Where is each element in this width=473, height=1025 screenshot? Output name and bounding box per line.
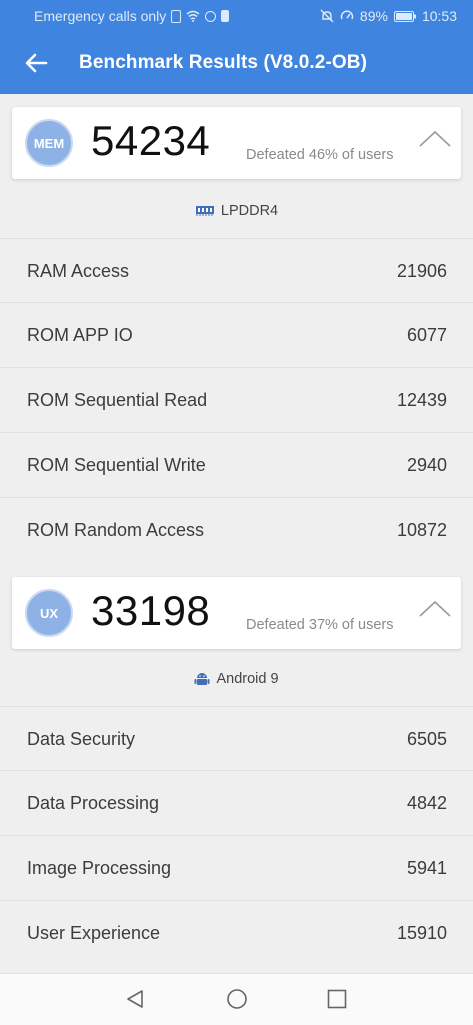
row-value: 10872 — [396, 520, 447, 540]
app-bar: Benchmark Results (V8.0.2-OB) — [0, 32, 473, 94]
chevron-up-icon[interactable] — [419, 599, 451, 619]
status-left: Emergency calls only — [34, 8, 230, 24]
table-row: ROM APP IO 6077 — [0, 302, 473, 366]
row-value: 6505 — [406, 729, 447, 749]
status-bar: Emergency calls only 89% 10:53 — [0, 0, 473, 32]
row-label: RAM Access — [27, 261, 130, 281]
row-label: ROM Sequential Read — [27, 390, 208, 410]
table-row: ROM Sequential Write 2940 — [0, 432, 473, 496]
carrier-text: Emergency calls only — [34, 8, 167, 24]
row-label: Image Processing — [27, 858, 172, 878]
mem-score-card[interactable]: MEM 54234 Defeated 46% of users — [12, 107, 461, 179]
table-row: Data Processing 4842 — [0, 770, 473, 834]
mem-badge: MEM — [25, 119, 73, 167]
row-label: Data Security — [27, 729, 136, 749]
mem-subheader: LPDDR4 — [0, 183, 473, 238]
android-icon — [194, 672, 210, 685]
chevron-up-icon[interactable] — [419, 129, 451, 149]
nav-recents-icon[interactable] — [325, 987, 349, 1011]
battery-icon — [393, 10, 416, 22]
ux-score: 33198 — [91, 587, 211, 634]
row-value: 15910 — [396, 923, 447, 943]
row-value: 4842 — [406, 793, 447, 813]
ux-defeated-text: Defeated 37% of users — [246, 617, 394, 633]
mem-sub-label: LPDDR4 — [220, 202, 279, 219]
page-title: Benchmark Results (V8.0.2-OB) — [79, 52, 367, 73]
row-label: ROM APP IO — [27, 325, 133, 345]
mute-icon — [320, 9, 334, 23]
app-notification-icon — [205, 10, 217, 22]
clock: 10:53 — [421, 8, 457, 24]
ux-score-card[interactable]: UX 33198 Defeated 37% of users — [12, 577, 461, 649]
wifi-icon — [186, 10, 200, 22]
back-arrow-icon[interactable] — [22, 48, 52, 78]
row-label: Data Processing — [27, 793, 160, 813]
table-row: User Experience 15910 — [0, 900, 473, 964]
row-label: ROM Random Access — [27, 520, 205, 540]
ux-subheader: Android 9 — [0, 651, 473, 706]
table-row: RAM Access 21906 — [0, 238, 473, 302]
speed-icon — [340, 10, 354, 20]
storage-icon — [221, 10, 230, 22]
row-label: User Experience — [27, 923, 161, 943]
row-value: 12439 — [396, 390, 447, 410]
table-row: Image Processing 5941 — [0, 835, 473, 899]
nav-home-icon[interactable] — [225, 987, 249, 1011]
mem-defeated-text: Defeated 46% of users — [246, 147, 394, 163]
system-nav-bar — [0, 973, 473, 1025]
battery-percent: 89% — [359, 8, 388, 24]
sim-icon — [171, 9, 182, 23]
ux-badge: UX — [25, 589, 73, 637]
mem-score: 54234 — [91, 117, 211, 164]
ux-sub-label: Android 9 — [216, 670, 279, 687]
memory-chip-icon — [195, 206, 214, 216]
row-label: ROM Sequential Write — [27, 455, 206, 475]
row-value: 21906 — [396, 261, 447, 281]
row-value: 2940 — [406, 455, 447, 475]
row-value: 5941 — [406, 858, 447, 878]
table-row: ROM Random Access 10872 — [0, 497, 473, 561]
status-right: 89% 10:53 — [320, 8, 457, 24]
table-row: ROM Sequential Read 12439 — [0, 367, 473, 431]
nav-back-icon[interactable] — [123, 987, 147, 1011]
row-value: 6077 — [406, 325, 447, 345]
table-row: Data Security 6505 — [0, 706, 473, 770]
